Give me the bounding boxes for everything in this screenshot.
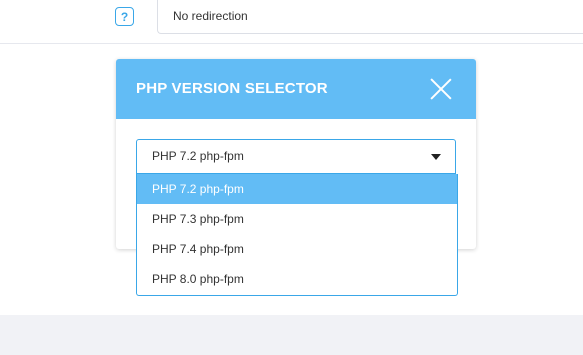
dropdown-option-php-8-0[interactable]: PHP 8.0 php-fpm [137, 264, 457, 294]
php-version-select-value: PHP 7.2 php-fpm [152, 149, 244, 163]
caret-down-icon[interactable] [431, 154, 441, 160]
dropdown-option-php-7-3[interactable]: PHP 7.3 php-fpm [137, 204, 457, 234]
dropdown-option-php-7-4[interactable]: PHP 7.4 php-fpm [137, 234, 457, 264]
redirect-row: ? No redirection [0, 0, 583, 44]
close-icon[interactable] [430, 78, 452, 100]
footer-band [0, 315, 583, 355]
modal-header: PHP VERSION SELECTOR [116, 59, 476, 119]
help-icon[interactable]: ? [115, 7, 134, 26]
redirect-select[interactable]: No redirection [157, 0, 583, 34]
php-version-select[interactable]: PHP 7.2 php-fpm [136, 139, 456, 174]
php-version-dropdown: PHP 7.2 php-fpm PHP 7.3 php-fpm PHP 7.4 … [136, 174, 458, 296]
dropdown-option-php-7-2[interactable]: PHP 7.2 php-fpm [137, 174, 457, 204]
modal-title: PHP VERSION SELECTOR [136, 80, 328, 97]
